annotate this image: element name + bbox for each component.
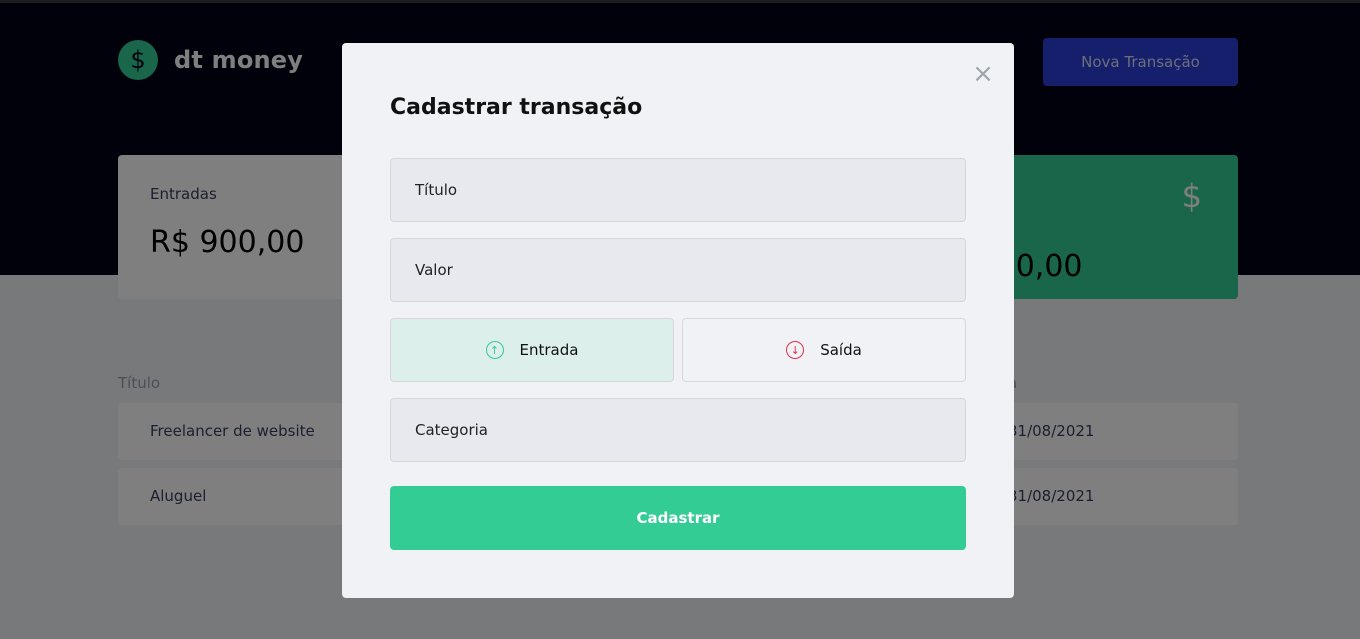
income-type-button[interactable]: ↑ Entrada [390,318,674,382]
submit-button[interactable]: Cadastrar [390,486,966,550]
arrow-down-circle-icon: ↓ [786,341,805,359]
category-input[interactable] [390,398,966,462]
income-type-label: Entrada [519,341,579,359]
outcome-type-button[interactable]: ↓ Saída [682,318,966,382]
modal-title: Cadastrar transação [390,95,643,120]
value-input[interactable] [390,238,966,302]
title-input[interactable] [390,158,966,222]
outcome-type-label: Saída [820,341,862,359]
app-page: $ dt money Nova Transação Entradas R$ 90… [0,0,1360,639]
arrow-up-circle-icon: ↑ [485,341,504,359]
close-icon[interactable]: × [972,61,994,87]
new-transaction-modal: × Cadastrar transação ↑ Entrada ↓ Saída … [342,43,1014,598]
